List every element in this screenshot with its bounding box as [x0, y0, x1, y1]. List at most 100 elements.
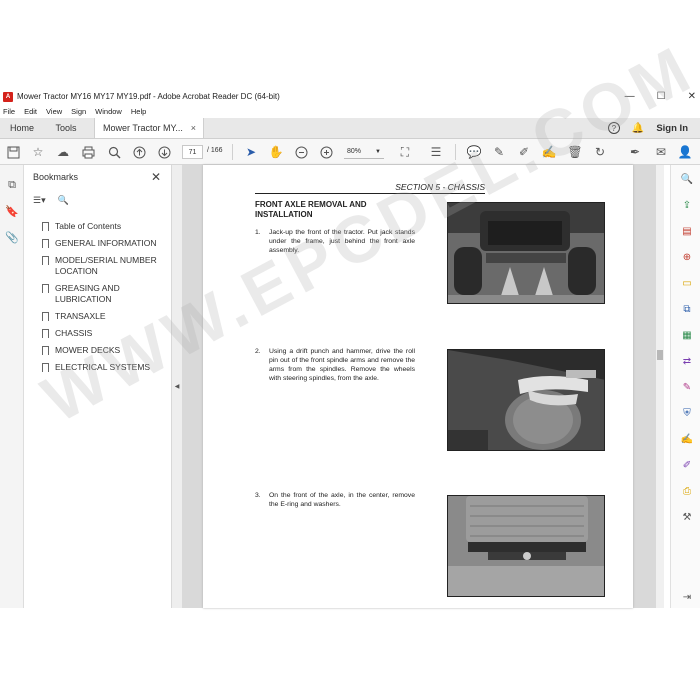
sign-in-button[interactable]: Sign In — [656, 123, 688, 134]
share-user-icon[interactable]: 👤 — [677, 144, 693, 160]
print-icon[interactable] — [80, 144, 96, 160]
section-header: SECTION 5 - CHASSIS — [255, 182, 485, 194]
tab-document-label: Mower Tractor MY... — [103, 123, 183, 133]
vertical-scrollbar[interactable] — [656, 165, 664, 608]
menu-edit[interactable]: Edit — [24, 107, 37, 116]
menu-sign[interactable]: Sign — [71, 107, 86, 116]
organize-pages-icon[interactable]: ▤ — [680, 224, 694, 238]
more-tools-icon[interactable]: ⚒ — [680, 510, 694, 524]
select-cursor-icon[interactable]: ➤ — [243, 144, 259, 160]
bookmark-icon — [42, 256, 49, 268]
page-up-icon[interactable] — [131, 144, 147, 160]
title-bar: A Mower Tractor MY16 MY17 MY19.pdf - Ado… — [0, 88, 700, 105]
bookmark-icon — [42, 329, 49, 341]
close-window-button[interactable]: ✕ — [688, 91, 696, 102]
step-item: 1. Jack-up the front of the tractor. Put… — [255, 229, 415, 254]
combine-files-icon[interactable]: ⧉ — [680, 302, 694, 316]
toolbar-divider — [232, 144, 233, 160]
rotate-icon[interactable]: ↻ — [592, 144, 608, 160]
bookmark-icon — [42, 222, 49, 234]
zoom-in-icon[interactable] — [318, 144, 334, 160]
prepare-form-icon[interactable]: ✐ — [680, 458, 694, 472]
collapse-panel-handle[interactable]: ◀ — [172, 165, 182, 608]
step-item: 2. Using a drift punch and hammer, drive… — [255, 348, 415, 382]
zoom-level-select[interactable]: 80% ▼ — [344, 145, 384, 159]
fill-sign-tool-icon[interactable]: ✎ — [680, 380, 694, 394]
expand-panel-icon[interactable]: ⇥ — [680, 590, 694, 604]
star-icon[interactable]: ☆ — [30, 144, 46, 160]
share-file-icon[interactable]: ⎙ — [680, 484, 694, 498]
help-icon[interactable]: ? — [607, 122, 620, 134]
tab-tools[interactable]: Tools — [44, 118, 88, 138]
zoom-search-icon[interactable]: 🔍 — [680, 172, 694, 186]
bookmark-item[interactable]: CHASSIS — [42, 328, 170, 341]
scrollbar-thumb[interactable] — [657, 350, 663, 360]
maximize-button[interactable]: ☐ — [657, 91, 666, 102]
zoom-level-value: 80% — [347, 148, 362, 155]
bookmark-item[interactable]: MODEL/SERIAL NUMBER LOCATION — [42, 255, 170, 277]
tab-document[interactable]: Mower Tractor MY... × — [94, 118, 204, 138]
bookmark-icon — [42, 312, 49, 324]
bookmark-item[interactable]: MOWER DECKS — [42, 345, 170, 358]
menu-file[interactable]: File — [3, 107, 15, 116]
fill-sign-icon[interactable]: ✍ — [541, 144, 557, 160]
page-down-icon[interactable] — [156, 144, 172, 160]
menu-view[interactable]: View — [46, 107, 62, 116]
bookmark-item[interactable]: ELECTRICAL SYSTEMS — [42, 362, 170, 375]
protect-icon[interactable]: ⛨ — [680, 406, 694, 420]
minimize-button[interactable]: — — [625, 91, 635, 102]
create-pdf-icon[interactable]: ⊕ — [680, 250, 694, 264]
page-total: / 166 — [207, 147, 223, 154]
tab-home[interactable]: Home — [0, 118, 44, 138]
document-viewer[interactable]: SECTION 5 - CHASSIS FRONT AXLE REMOVAL A… — [182, 165, 656, 608]
save-icon[interactable] — [5, 144, 21, 160]
bookmark-item[interactable]: GENERAL INFORMATION — [42, 238, 170, 251]
attachment-icon[interactable]: 📎 — [4, 229, 20, 245]
bookmark-item[interactable]: Table of Contents — [42, 221, 170, 234]
comment-icon[interactable]: 💬 — [466, 144, 482, 160]
bookmarks-title: Bookmarks — [33, 172, 79, 182]
menu-bar: File Edit View Sign Window Help — [0, 105, 700, 118]
send-for-signature-icon[interactable]: ✍ — [680, 432, 694, 446]
bookmark-icon — [42, 363, 49, 375]
bookmark-panel-icon[interactable]: 🔖 — [4, 203, 20, 219]
bell-icon[interactable]: 🔔 — [632, 123, 644, 134]
bookmark-icon — [42, 346, 49, 358]
window-title: Mower Tractor MY16 MY17 MY19.pdf - Adobe… — [17, 92, 280, 101]
sign-pen-icon[interactable]: ✒ — [627, 144, 643, 160]
compare-icon[interactable]: ⇄ — [680, 354, 694, 368]
bookmark-icon — [42, 284, 49, 296]
scroll-mode-icon[interactable]: ☰ — [428, 144, 444, 160]
page-number-input[interactable]: 71 — [182, 145, 203, 159]
bookmark-search-icon[interactable]: 🔍 — [58, 195, 69, 206]
bookmarks-panel: Bookmarks ✕ ☰▾ 🔍 Table of Contents GENER… — [24, 165, 172, 608]
photo-drift-punch — [447, 349, 605, 451]
trash-icon[interactable]: 🗑 — [567, 144, 583, 160]
menu-help[interactable]: Help — [131, 107, 146, 116]
search-icon[interactable] — [106, 144, 122, 160]
acrobat-icon: A — [3, 91, 13, 102]
draw-icon[interactable]: ✐ — [516, 144, 532, 160]
bookmark-item[interactable]: TRANSAXLE — [42, 311, 170, 324]
comment-tool-icon[interactable]: ▭ — [680, 276, 694, 290]
cloud-upload-icon[interactable]: ☁ — [55, 144, 71, 160]
bookmark-options-icon[interactable]: ☰▾ — [33, 195, 46, 206]
step-item: 3. On the front of the axle, in the cent… — [255, 492, 415, 508]
fit-page-icon[interactable]: ⛶ — [397, 144, 413, 160]
right-tools-rail: 🔍 ⇪ ▤ ⊕ ▭ ⧉ ▦ ⇄ ✎ ⛨ ✍ ✐ ⎙ ⚒ ⇥ — [670, 165, 700, 608]
edit-pdf-icon[interactable]: ▦ — [680, 328, 694, 342]
left-nav-rail: ⧉ 🔖 📎 — [0, 165, 24, 608]
menu-window[interactable]: Window — [95, 107, 122, 116]
page-thumbnails-icon[interactable]: ⧉ — [4, 177, 20, 193]
pdf-page: SECTION 5 - CHASSIS FRONT AXLE REMOVAL A… — [203, 165, 633, 608]
export-pdf-icon[interactable]: ⇪ — [680, 198, 694, 212]
bookmark-item[interactable]: GREASING AND LUBRICATION — [42, 283, 170, 305]
zoom-out-icon[interactable] — [293, 144, 309, 160]
tab-close-icon[interactable]: × — [191, 123, 196, 133]
highlight-pen-icon[interactable]: ✎ — [491, 144, 507, 160]
hand-tool-icon[interactable]: ✋ — [268, 144, 284, 160]
photo-jack-stands — [447, 202, 605, 304]
email-icon[interactable]: ✉ — [653, 144, 669, 160]
toolbar-divider — [455, 144, 456, 160]
close-icon[interactable]: ✕ — [151, 170, 161, 184]
